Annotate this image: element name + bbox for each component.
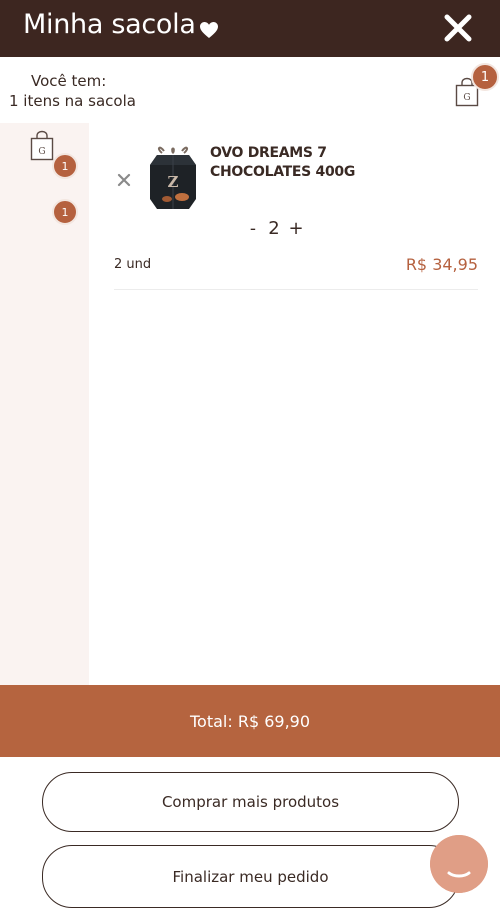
increase-quantity-button[interactable]: + [287, 218, 305, 239]
unit-count: 2 und [114, 257, 152, 272]
remove-item-button[interactable] [114, 170, 134, 190]
quantity-stepper: - 2 + [245, 218, 305, 239]
divider [114, 289, 478, 290]
cart-summary: Você tem: 1 itens na sacola G 1 [0, 57, 500, 123]
chat-bubble-icon[interactable] [430, 835, 488, 893]
decrease-quantity-button[interactable]: - [245, 219, 261, 239]
summary-label: Você tem: [31, 72, 107, 90]
quantity-value: 2 [268, 218, 280, 239]
svg-text:G: G [38, 147, 45, 157]
sidebar-badge: 1 [52, 199, 78, 225]
checkout-button[interactable]: Finalizar meu pedido [42, 845, 459, 908]
item-price: R$ 34,95 [405, 255, 478, 274]
items-count-text: 1 itens na sacola [9, 92, 136, 110]
sidebar-badge: 1 [52, 153, 78, 179]
total-bar: Total: R$ 69,90 [0, 685, 500, 757]
page-title: Minha sacola [23, 9, 196, 40]
continue-shopping-button[interactable]: Comprar mais produtos [42, 772, 459, 832]
header: Minha sacola [0, 0, 500, 57]
heart-icon [200, 22, 218, 38]
svg-text:Z: Z [168, 173, 179, 191]
bag-count-badge: 1 [471, 63, 499, 91]
sidebar: G 1 1 [0, 123, 89, 685]
product-image[interactable]: Z [148, 143, 198, 211]
cart-item: Z OVO DREAMS 7 CHOCOLATES 400G - 2 + 2 u… [114, 140, 478, 290]
close-button[interactable] [440, 10, 476, 46]
product-name: OVO DREAMS 7 CHOCOLATES 400G [210, 145, 356, 180]
total-label: Total: R$ 69,90 [189, 711, 311, 731]
svg-text:G: G [463, 93, 470, 103]
shopping-bag-icon[interactable]: G [30, 130, 54, 161]
